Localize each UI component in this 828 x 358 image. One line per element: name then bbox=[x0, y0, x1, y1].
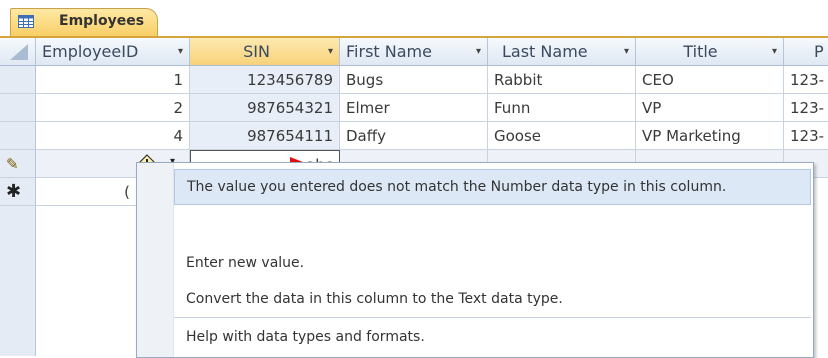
column-header-title[interactable]: Title ▾ bbox=[636, 38, 784, 66]
cell-sin[interactable]: 987654321 bbox=[190, 94, 340, 122]
select-all-corner[interactable] bbox=[0, 38, 36, 66]
cell-first-name[interactable]: Elmer bbox=[340, 94, 488, 122]
tab-employees[interactable]: Employees bbox=[10, 8, 158, 36]
tab-label: Employees bbox=[59, 13, 145, 29]
menu-item-enter-new-value[interactable]: Enter new value. bbox=[174, 249, 811, 277]
cell-first-name[interactable]: Daffy bbox=[340, 122, 488, 150]
column-header-employeeid[interactable]: EmployeeID ▾ bbox=[36, 38, 190, 66]
cell-sin[interactable]: 123456789 bbox=[190, 66, 340, 94]
column-header-label: Last Name bbox=[502, 42, 588, 61]
record-selector[interactable] bbox=[0, 66, 36, 94]
menu-separator bbox=[174, 317, 811, 318]
cell-phone[interactable]: 123- bbox=[784, 66, 828, 94]
column-header-phone[interactable]: P bbox=[784, 38, 828, 66]
cell-phone[interactable]: 123- bbox=[784, 122, 828, 150]
select-all-triangle-icon bbox=[10, 44, 28, 60]
menu-item-convert-to-text[interactable]: Convert the data in this column to the T… bbox=[174, 285, 811, 313]
record-selector[interactable] bbox=[0, 94, 36, 122]
dropdown-arrow-icon[interactable]: ▾ bbox=[328, 38, 333, 65]
dropdown-arrow-icon[interactable]: ▾ bbox=[476, 38, 481, 65]
column-header-label: EmployeeID bbox=[42, 42, 139, 61]
column-header-last-name[interactable]: Last Name ▾ bbox=[488, 38, 636, 66]
header-row: EmployeeID ▾ SIN ▾ First Name ▾ Last Nam… bbox=[0, 38, 828, 66]
cell-last-name[interactable]: Rabbit bbox=[488, 66, 636, 94]
pencil-icon: ✎ bbox=[0, 150, 36, 178]
column-header-label: Title bbox=[683, 42, 718, 61]
cell-title[interactable]: CEO bbox=[636, 66, 784, 94]
menu-gutter bbox=[137, 163, 174, 357]
error-options-menu: The value you entered does not match the… bbox=[136, 162, 814, 358]
dropdown-arrow-icon[interactable]: ▾ bbox=[772, 38, 777, 65]
cell-employeeid[interactable]: 2 bbox=[36, 94, 190, 122]
table-row: 2 987654321 Elmer Funn VP 123- bbox=[0, 94, 828, 122]
column-header-sin[interactable]: SIN ▾ bbox=[190, 38, 340, 66]
column-header-first-name[interactable]: First Name ▾ bbox=[340, 38, 488, 66]
cell-phone[interactable]: 123- bbox=[784, 94, 828, 122]
cell-employeeid[interactable]: 4 bbox=[36, 122, 190, 150]
cell-sin[interactable]: 987654111 bbox=[190, 122, 340, 150]
object-tab-strip: Employees bbox=[0, 0, 828, 38]
new-record-icon: ✱ bbox=[0, 178, 36, 206]
cell-last-name[interactable]: Goose bbox=[488, 122, 636, 150]
cell-last-name[interactable]: Funn bbox=[488, 94, 636, 122]
cell-title[interactable]: VP Marketing bbox=[636, 122, 784, 150]
cell-employeeid-new[interactable]: ( bbox=[36, 178, 136, 206]
column-header-label: First Name bbox=[346, 42, 432, 61]
table-row: 4 987654111 Daffy Goose VP Marketing 123… bbox=[0, 122, 828, 150]
cell-first-name[interactable]: Bugs bbox=[340, 66, 488, 94]
table-row: 1 123456789 Bugs Rabbit CEO 123- bbox=[0, 66, 828, 94]
menu-item-help-data-types[interactable]: Help with data types and formats. bbox=[174, 323, 811, 351]
record-selector[interactable] bbox=[0, 122, 36, 150]
column-header-label: P bbox=[814, 42, 824, 61]
table-icon bbox=[18, 15, 34, 28]
cell-employeeid[interactable]: 1 bbox=[36, 66, 190, 94]
column-header-label: SIN bbox=[243, 42, 270, 61]
record-selector-column bbox=[0, 206, 36, 356]
dropdown-arrow-icon[interactable]: ▾ bbox=[178, 38, 183, 65]
menu-error-message: The value you entered does not match the… bbox=[174, 169, 811, 205]
cell-title[interactable]: VP bbox=[636, 94, 784, 122]
dropdown-arrow-icon[interactable]: ▾ bbox=[624, 38, 629, 65]
